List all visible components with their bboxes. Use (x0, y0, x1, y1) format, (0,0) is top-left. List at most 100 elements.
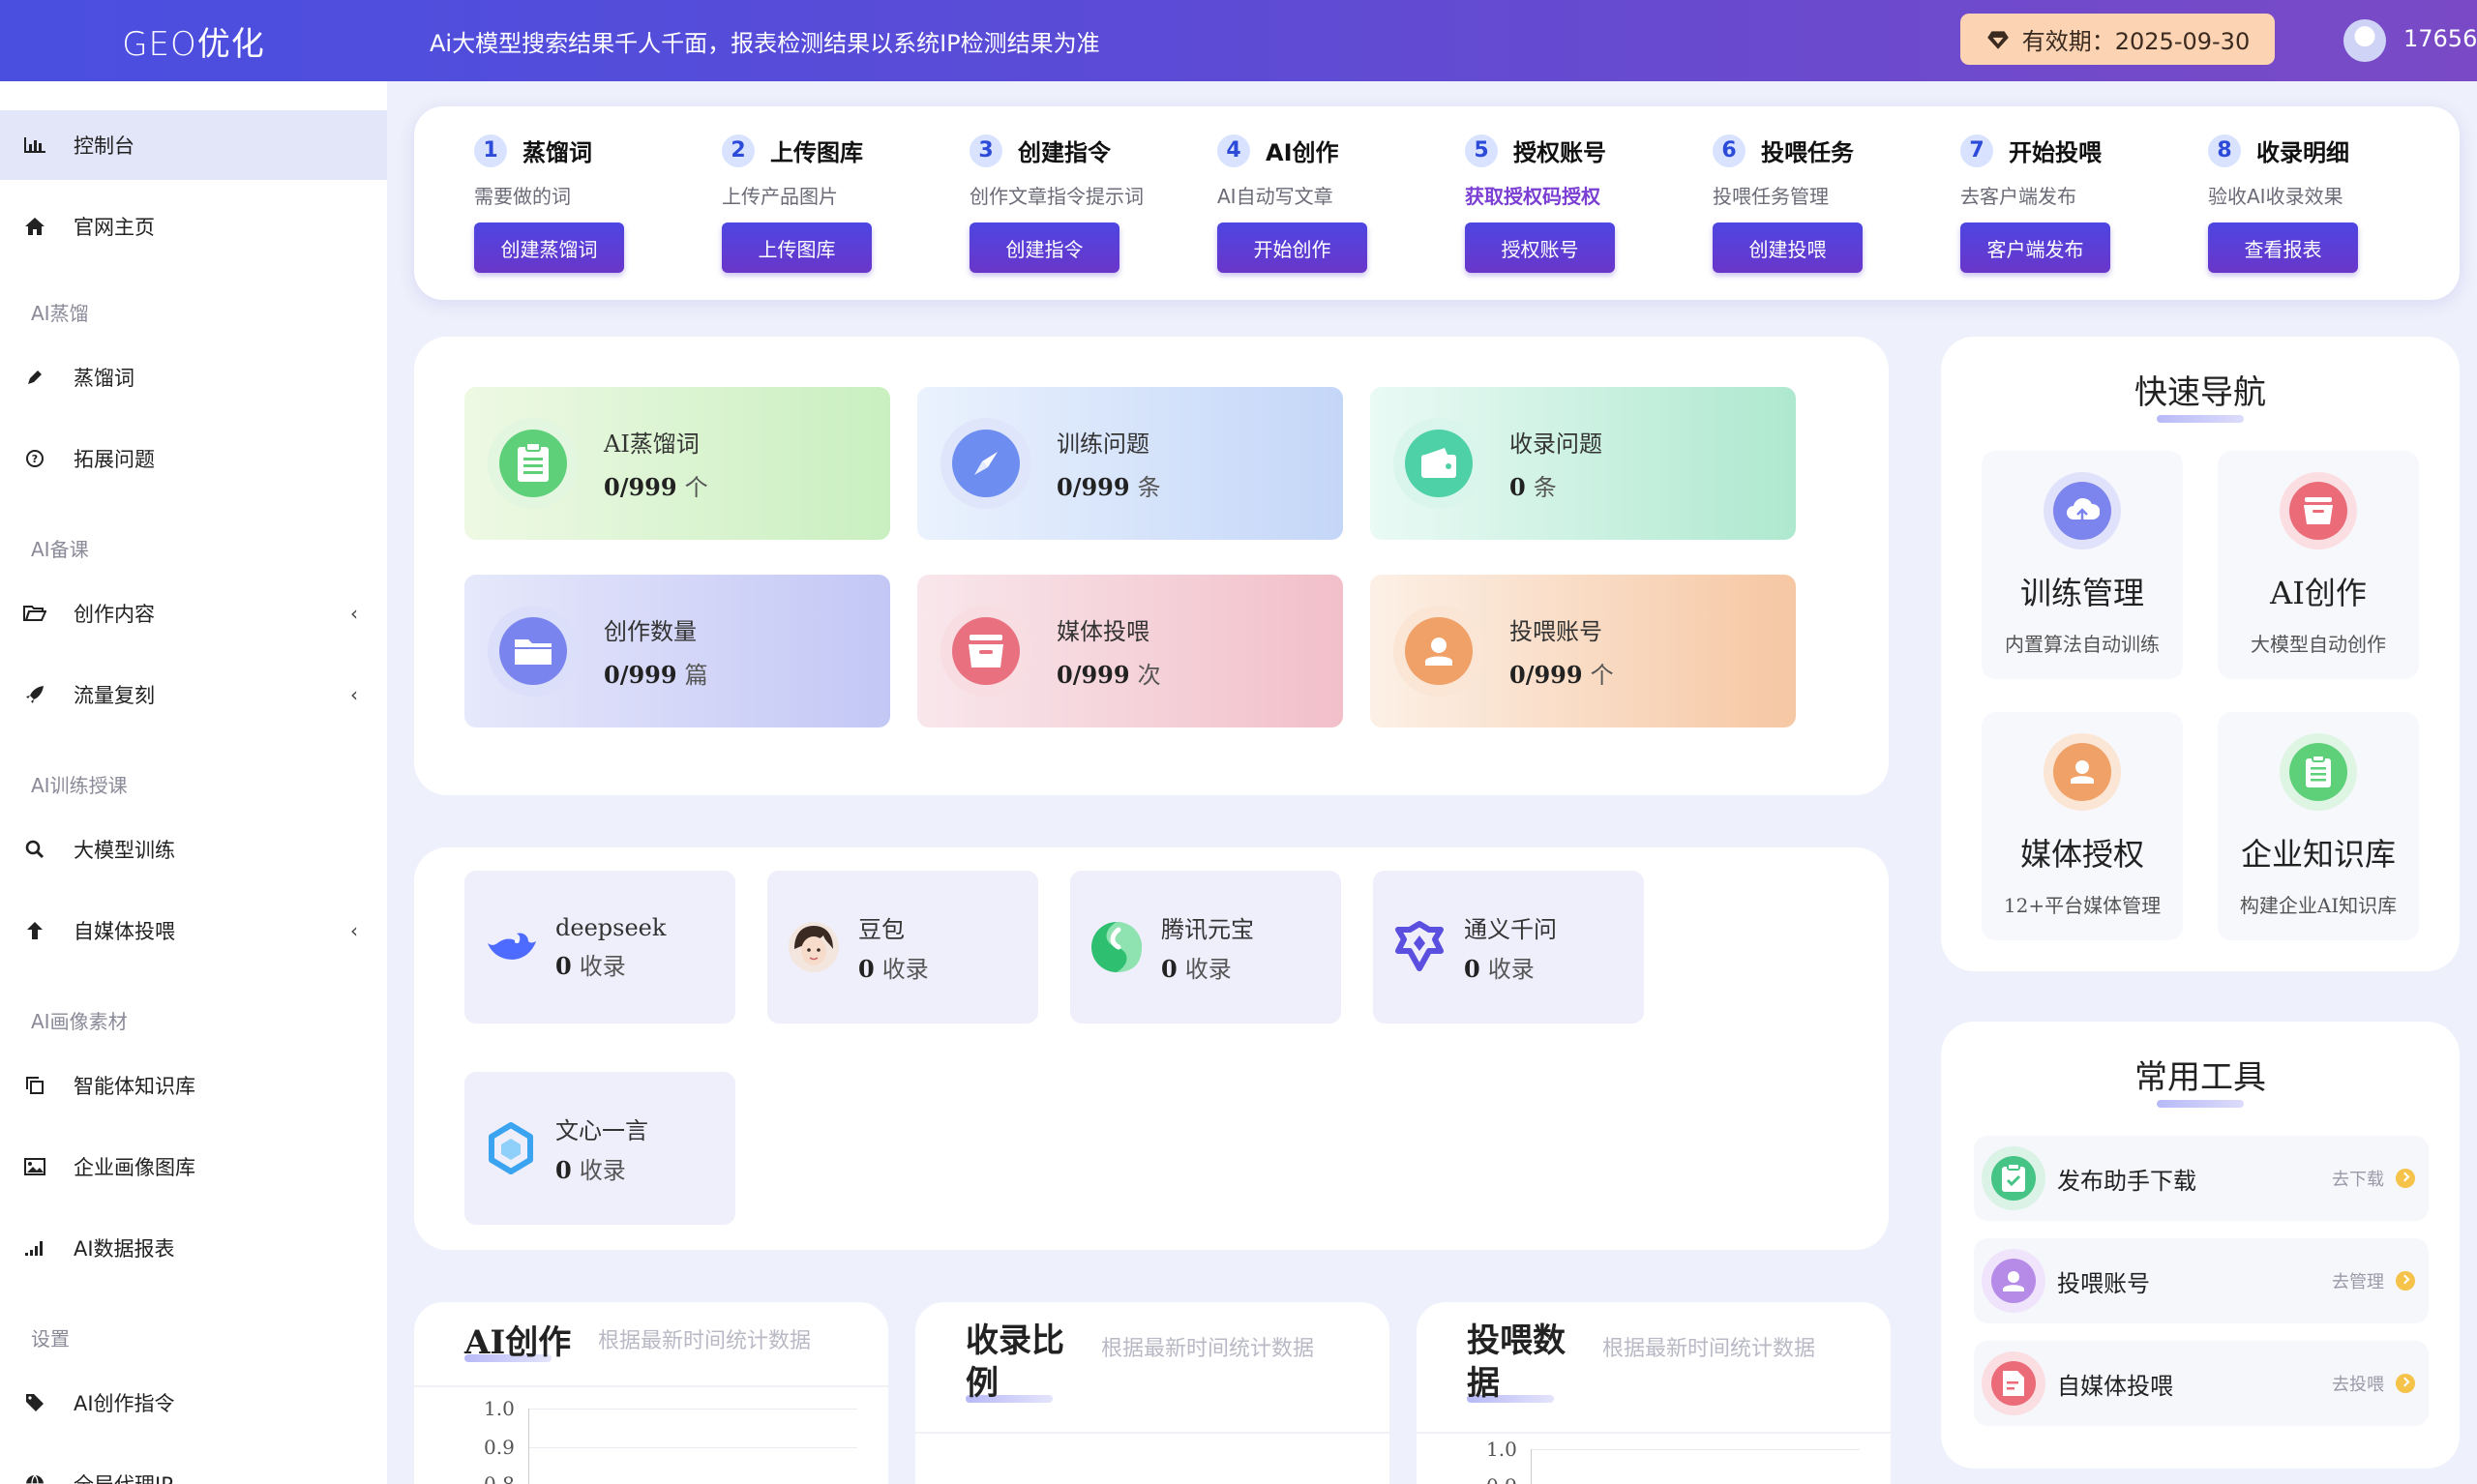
cloud-icon (2044, 472, 2121, 549)
step-2: 2 上传图库 上传产品图片 上传图库 (722, 134, 954, 273)
step-5: 5 授权账号 获取授权码授权 授权账号 (1465, 134, 1697, 273)
model-card-tongyi[interactable]: 通义千问 0 收录 (1373, 871, 1644, 1024)
model-value: 0 (1464, 955, 1480, 983)
sidebar-item-ai-report[interactable]: AI数据报表 (0, 1213, 387, 1283)
tool-media-feed[interactable]: 自媒体投喂 去投喂 (1974, 1341, 2429, 1426)
step-title: 授权账号 (1513, 139, 1606, 166)
chart-card-feed-data: 投喂数据 根据最新时间统计数据 1.0 0.9 (1417, 1302, 1891, 1484)
grid-line (1531, 1449, 1860, 1450)
sidebar-item-label: 官网主页 (74, 216, 155, 239)
sidebar-item-media-feed[interactable]: 自媒体投喂 ‹ (0, 896, 387, 965)
y-axis (1531, 1449, 1532, 1484)
y-tick: 1.0 (484, 1397, 515, 1420)
quick-nav-media-auth[interactable]: 媒体授权 12+平台媒体管理 (1982, 712, 2183, 940)
folder-open-icon (19, 604, 50, 623)
quick-nav-training[interactable]: 训练管理 内置算法自动训练 (1982, 451, 2183, 679)
diamond-icon (1986, 30, 2009, 49)
stat-card-creation-count[interactable]: 创作数量 0/999 篇 (464, 575, 890, 727)
chart-subtitle: 根据最新时间统计数据 (1101, 1337, 1315, 1361)
quick-nav-item-desc: 构建企业AI知识库 (2239, 894, 2398, 917)
bar-chart-icon (19, 135, 50, 155)
search-icon (19, 840, 50, 859)
sidebar-item-expand-questions[interactable]: ? 拓展问题 (0, 424, 387, 493)
stat-unit: 条 (1137, 474, 1161, 501)
tool-action-manage[interactable]: 去管理 (2332, 1268, 2415, 1293)
globe-icon (19, 1474, 50, 1484)
sidebar-item-knowledge-base[interactable]: 智能体知识库 (0, 1051, 387, 1120)
model-card-yuanbao[interactable]: 腾讯元宝 0 收录 (1070, 871, 1341, 1024)
step-number: 5 (1465, 134, 1498, 167)
avatar[interactable] (2343, 19, 2386, 62)
client-publish-button[interactable]: 客户端发布 (1960, 223, 2110, 273)
model-name: 文心一言 (555, 1117, 648, 1144)
sidebar-item-label: AI创作指令 (74, 1392, 175, 1415)
sidebar-item-create-content[interactable]: 创作内容 ‹ (0, 579, 387, 648)
quick-nav-item-title: 训练管理 (2019, 575, 2144, 611)
start-creation-button[interactable]: 开始创作 (1217, 223, 1367, 273)
stat-card-indexed-questions[interactable]: 收录问题 0 条 (1370, 387, 1796, 540)
sidebar: 控制台 官网主页 AI蒸馏 蒸馏词 ? 拓展问题 AI备课 创作内容 ‹ 流量复… (0, 81, 387, 1484)
quick-nav-knowledge-base[interactable]: 企业知识库 构建企业AI知识库 (2218, 712, 2419, 940)
quick-nav-item-desc: 大模型自动创作 (2251, 633, 2386, 656)
model-value: 0 (555, 1156, 572, 1184)
stat-value: 0/999 (1509, 661, 1583, 689)
stat-value: 0/999 (604, 661, 677, 689)
stat-label: 投喂账号 (1509, 618, 1602, 645)
tool-action-label: 去投喂 (2332, 1375, 2384, 1395)
sidebar-item-label: 智能体知识库 (74, 1075, 195, 1098)
model-card-deepseek[interactable]: deepseek 0 收录 (464, 871, 735, 1024)
app-logo[interactable]: GEO优化 (0, 17, 387, 65)
step-7: 7 开始投喂 去客户端发布 客户端发布 (1960, 134, 2193, 273)
sidebar-group-settings: 设置 (31, 1327, 70, 1350)
create-distill-word-button[interactable]: 创建蒸馏词 (474, 223, 624, 273)
tool-action-download[interactable]: 去下载 (2332, 1166, 2415, 1191)
quick-nav-item-title: AI创作 (2270, 575, 2367, 611)
tool-label: 投喂账号 (2057, 1269, 2150, 1297)
sidebar-item-label: 大模型训练 (74, 839, 175, 862)
sidebar-item-home[interactable]: 官网主页 (0, 192, 387, 261)
model-card-doubao[interactable]: 豆包 0 收录 (767, 871, 1038, 1024)
stat-card-feed-accounts[interactable]: 投喂账号 0/999 个 (1370, 575, 1796, 727)
step-number: 8 (2208, 134, 2241, 167)
authorize-account-button[interactable]: 授权账号 (1465, 223, 1615, 273)
sidebar-item-traffic-replicate[interactable]: 流量复刻 ‹ (0, 660, 387, 729)
sidebar-item-model-training[interactable]: 大模型训练 (0, 815, 387, 884)
sidebar-item-proxy-ip[interactable]: 全局代理IP (0, 1449, 387, 1484)
upload-gallery-button[interactable]: 上传图库 (722, 223, 872, 273)
model-value: 0 (1161, 955, 1178, 983)
y-tick: 0.8 (484, 1472, 515, 1484)
user-id[interactable]: 17656 (2403, 25, 2477, 52)
stat-card-distill-words[interactable]: AI蒸馏词 0/999 个 (464, 387, 890, 540)
get-auth-code-link[interactable]: 获取授权码授权 (1465, 181, 1697, 209)
tool-action-feed[interactable]: 去投喂 (2332, 1371, 2415, 1396)
sidebar-item-image-gallery[interactable]: 企业画像图库 (0, 1132, 387, 1202)
model-value: 0 (858, 955, 875, 983)
stat-label: AI蒸馏词 (604, 430, 700, 458)
quick-nav-ai-creation[interactable]: AI创作 大模型自动创作 (2218, 451, 2419, 679)
model-unit: 收录 (881, 956, 929, 983)
view-report-button[interactable]: 查看报表 (2208, 223, 2358, 273)
stat-card-training-questions[interactable]: 训练问题 0/999 条 (917, 387, 1343, 540)
quick-nav-title: 快速导航 (1941, 366, 2460, 423)
stat-label: 媒体投喂 (1057, 618, 1149, 645)
create-instruction-button[interactable]: 创建指令 (970, 223, 1119, 273)
inbox-icon (2280, 472, 2357, 549)
sidebar-item-label: 全局代理IP (74, 1469, 173, 1484)
sidebar-item-ai-instructions[interactable]: AI创作指令 (0, 1368, 387, 1438)
tools-title: 常用工具 (1941, 1051, 2460, 1108)
user-icon (1982, 1249, 2045, 1313)
stat-unit: 次 (1137, 662, 1161, 689)
tongyi-logo-icon (1388, 916, 1450, 978)
sidebar-item-dashboard[interactable]: 控制台 (0, 110, 387, 180)
stat-card-media-feed[interactable]: 媒体投喂 0/999 次 (917, 575, 1343, 727)
sidebar-item-label: 流量复刻 (74, 684, 155, 707)
step-number: 7 (1960, 134, 1993, 167)
tool-action-label: 去下载 (2332, 1170, 2384, 1190)
model-card-wenxin[interactable]: 文心一言 0 收录 (464, 1072, 735, 1225)
chevron-left-icon: ‹ (350, 919, 358, 942)
create-feed-button[interactable]: 创建投喂 (1713, 223, 1863, 273)
tool-publish-assistant[interactable]: 发布助手下载 去下载 (1974, 1136, 2429, 1221)
tool-feed-accounts[interactable]: 投喂账号 去管理 (1974, 1238, 2429, 1323)
step-desc: AI自动写文章 (1217, 185, 1333, 208)
sidebar-item-distill-words[interactable]: 蒸馏词 (0, 342, 387, 412)
